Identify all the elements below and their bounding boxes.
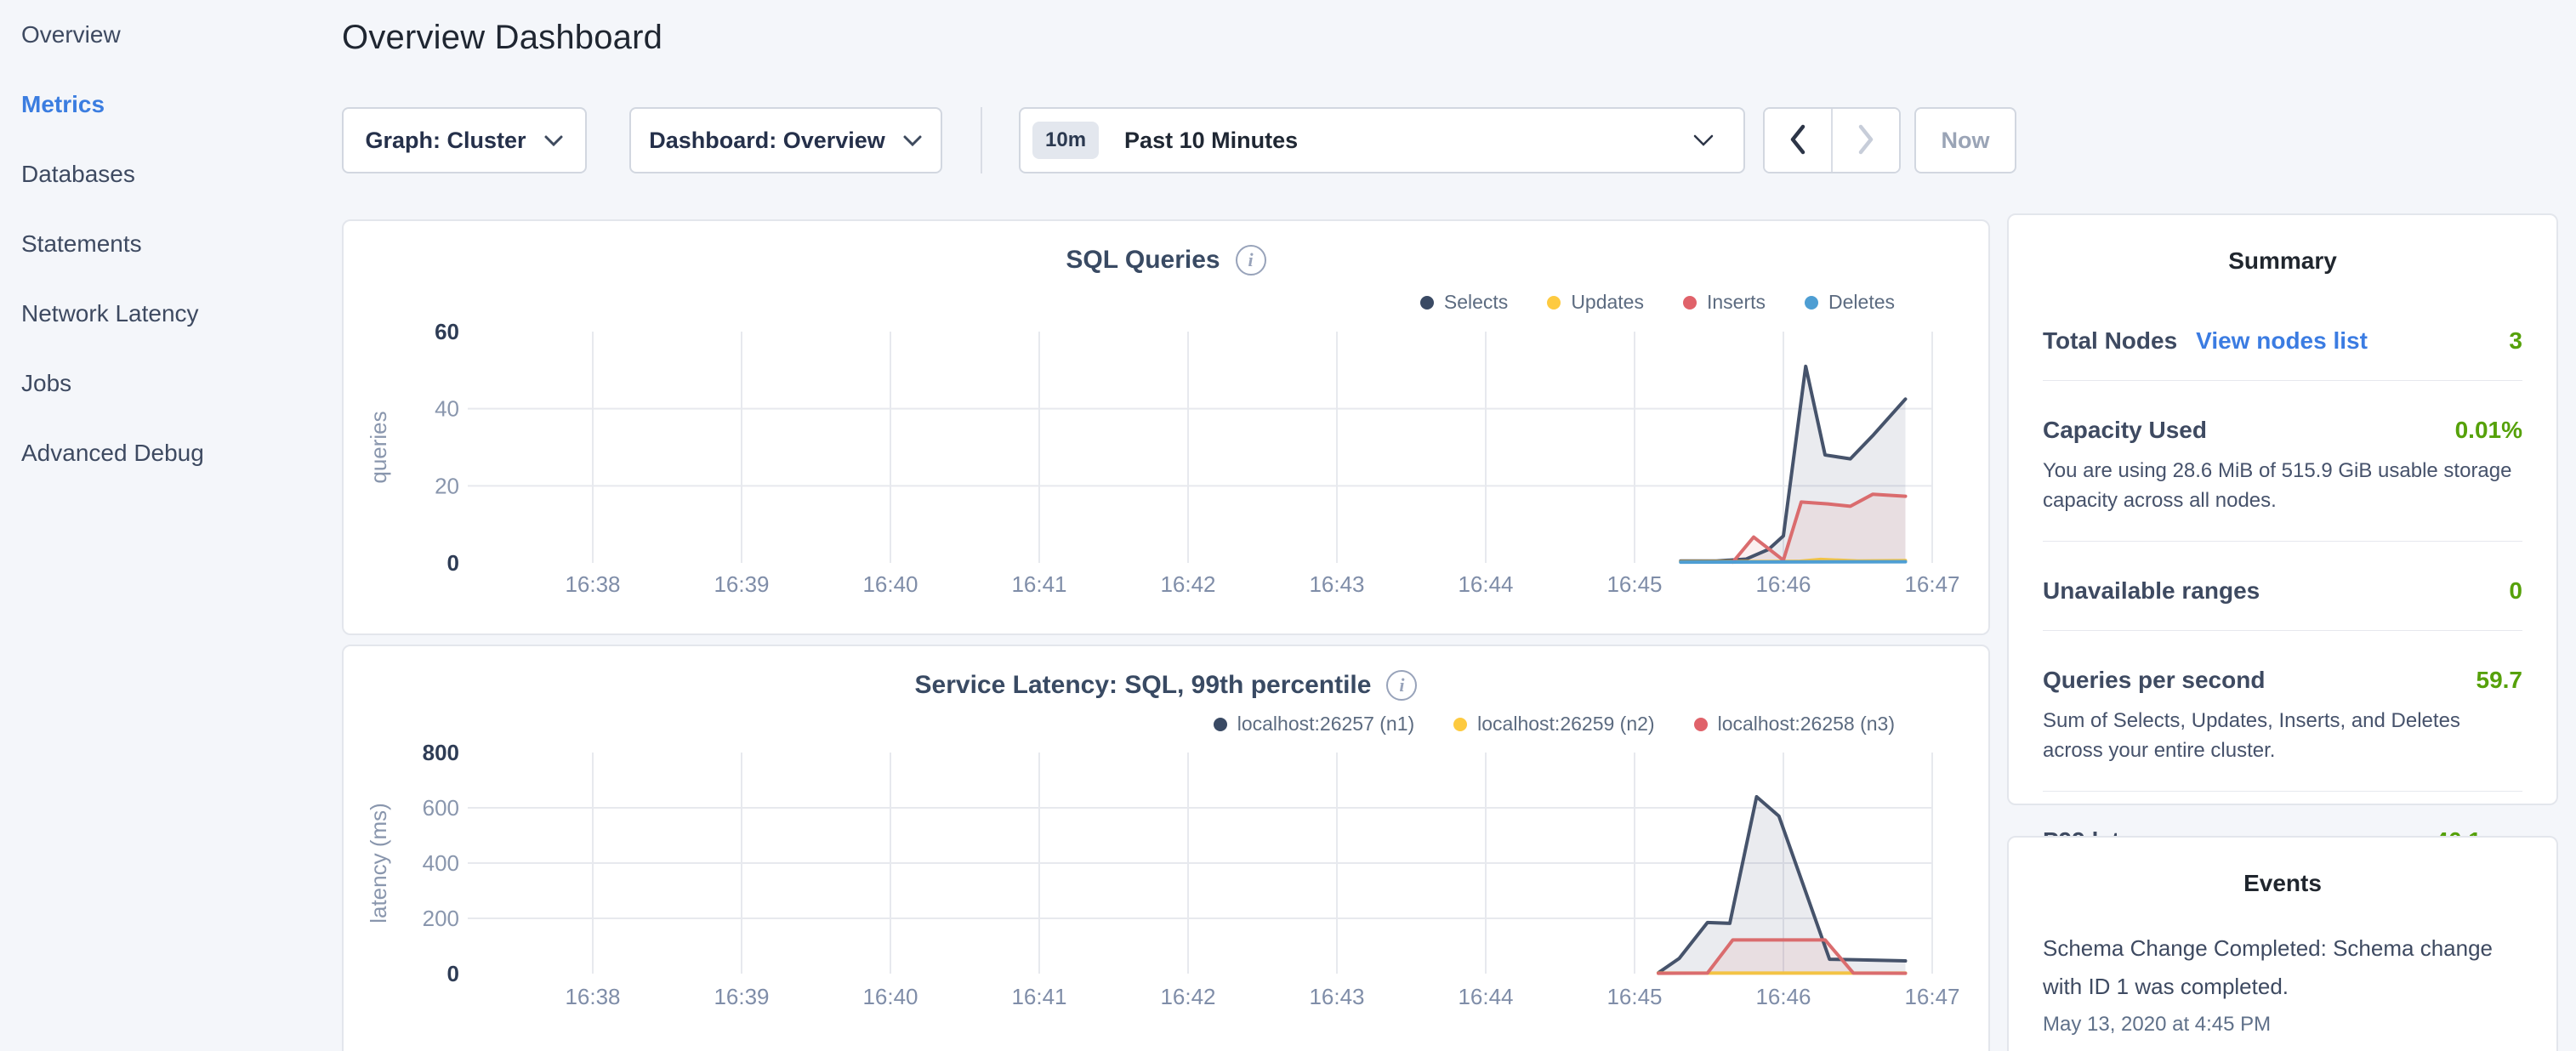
svg-text:16:40: 16:40 xyxy=(862,984,918,1009)
svg-text:40: 40 xyxy=(435,396,459,422)
divider xyxy=(2043,541,2522,542)
svg-text:16:44: 16:44 xyxy=(1458,984,1513,1009)
svg-text:16:45: 16:45 xyxy=(1606,571,1662,597)
event-item-text: Schema Change Completed: Schema change w… xyxy=(2043,929,2522,1006)
summary-panel: Summary Total Nodes View nodes list 3 Ca… xyxy=(2007,213,2558,805)
svg-text:16:43: 16:43 xyxy=(1309,984,1364,1009)
event-item-timestamp: May 13, 2020 at 4:45 PM xyxy=(2043,1013,2522,1037)
graph-dropdown-label: Graph: Cluster xyxy=(365,128,526,154)
divider xyxy=(2043,380,2522,381)
info-icon[interactable]: i xyxy=(1236,245,1266,276)
dashboard-dropdown-label: Dashboard: Overview xyxy=(649,128,885,154)
svg-text:queries: queries xyxy=(366,411,391,483)
svg-text:60: 60 xyxy=(435,319,459,344)
summary-row-value: 59.7 xyxy=(2476,667,2523,694)
svg-text:16:42: 16:42 xyxy=(1160,571,1215,597)
svg-text:16:39: 16:39 xyxy=(714,984,769,1009)
svg-text:16:44: 16:44 xyxy=(1458,571,1513,597)
chart-title: Service Latency: SQL, 99th percentile xyxy=(915,671,1372,700)
time-prev-button[interactable] xyxy=(1765,109,1833,172)
svg-text:400: 400 xyxy=(423,850,459,876)
svg-text:16:40: 16:40 xyxy=(862,571,918,597)
events-title: Events xyxy=(2043,870,2522,897)
divider xyxy=(2043,630,2522,631)
summary-row-queries-per-second: Queries per second 59.7 xyxy=(2043,667,2522,694)
svg-text:16:38: 16:38 xyxy=(565,984,620,1009)
events-panel: Events Schema Change Completed: Schema c… xyxy=(2007,836,2558,1051)
summary-row-label: Total Nodes xyxy=(2043,327,2177,355)
sidebar-item-databases[interactable]: Databases xyxy=(0,139,340,209)
svg-text:16:46: 16:46 xyxy=(1755,984,1811,1009)
chevron-down-icon xyxy=(902,134,923,147)
svg-text:0: 0 xyxy=(447,961,459,986)
summary-row-label: Queries per second xyxy=(2043,667,2265,694)
toolbar-divider xyxy=(981,107,982,173)
sidebar-item-metrics[interactable]: Metrics xyxy=(0,70,340,139)
chevron-left-icon xyxy=(1788,123,1808,158)
svg-text:20: 20 xyxy=(435,473,459,498)
summary-title: Summary xyxy=(2043,247,2522,275)
svg-text:200: 200 xyxy=(423,906,459,931)
view-nodes-list-link[interactable]: View nodes list xyxy=(2196,327,2368,355)
summary-row-value: 3 xyxy=(2509,327,2522,355)
time-range-label: Past 10 Minutes xyxy=(1124,128,1692,154)
chevron-right-icon xyxy=(1856,123,1876,158)
now-button[interactable]: Now xyxy=(1914,107,2016,173)
svg-text:16:43: 16:43 xyxy=(1309,571,1364,597)
chart-title: SQL Queries xyxy=(1066,246,1220,275)
svg-text:16:38: 16:38 xyxy=(565,571,620,597)
sidebar-item-overview[interactable]: Overview xyxy=(0,0,340,70)
sidebar-item-statements[interactable]: Statements xyxy=(0,209,340,279)
svg-text:16:47: 16:47 xyxy=(1904,571,1959,597)
sidebar-item-network-latency[interactable]: Network Latency xyxy=(0,279,340,349)
summary-row-description: You are using 28.6 MiB of 515.9 GiB usab… xyxy=(2043,456,2522,515)
svg-text:16:42: 16:42 xyxy=(1160,984,1215,1009)
summary-row-value: 0 xyxy=(2509,577,2522,605)
summary-row-total-nodes: Total Nodes View nodes list 3 xyxy=(2043,327,2522,355)
divider xyxy=(2043,791,2522,792)
summary-row-label: Capacity Used xyxy=(2043,417,2207,444)
time-pager xyxy=(1763,107,1901,173)
summary-row-unavailable-ranges: Unavailable ranges 0 xyxy=(2043,577,2522,605)
summary-row-capacity-used: Capacity Used 0.01% xyxy=(2043,417,2522,444)
chevron-down-icon xyxy=(543,134,564,147)
sidebar-item-jobs[interactable]: Jobs xyxy=(0,349,340,418)
svg-text:latency (ms): latency (ms) xyxy=(366,803,391,923)
sidebar-item-advanced-debug[interactable]: Advanced Debug xyxy=(0,418,340,488)
svg-text:16:39: 16:39 xyxy=(714,571,769,597)
time-range-dropdown[interactable]: 10m Past 10 Minutes xyxy=(1019,107,1745,173)
graph-dropdown[interactable]: Graph: Cluster xyxy=(342,107,587,173)
page-title: Overview Dashboard xyxy=(342,19,662,57)
svg-text:16:47: 16:47 xyxy=(1904,984,1959,1009)
info-icon[interactable]: i xyxy=(1386,670,1417,701)
summary-row-value: 0.01% xyxy=(2455,417,2522,444)
service-latency-plot[interactable]: 16:38 16:39 16:40 16:41 16:42 16:43 16:44 16:45… xyxy=(344,727,1992,1025)
svg-text:600: 600 xyxy=(423,795,459,821)
svg-text:16:41: 16:41 xyxy=(1011,984,1066,1009)
svg-text:0: 0 xyxy=(447,550,459,576)
time-range-badge: 10m xyxy=(1032,122,1099,159)
chevron-down-icon xyxy=(1692,134,1714,147)
svg-text:16:41: 16:41 xyxy=(1011,571,1066,597)
service-latency-chart-card: Service Latency: SQL, 99th percentile i … xyxy=(342,645,1990,1051)
svg-text:16:46: 16:46 xyxy=(1755,571,1811,597)
svg-text:16:45: 16:45 xyxy=(1606,984,1662,1009)
time-next-button[interactable] xyxy=(1833,109,1899,172)
dashboard-dropdown[interactable]: Dashboard: Overview xyxy=(629,107,942,173)
summary-row-description: Sum of Selects, Updates, Inserts, and De… xyxy=(2043,706,2522,765)
summary-row-label: Unavailable ranges xyxy=(2043,577,2260,605)
sql-queries-chart-card: SQL Queries i Selects Updates Inserts De… xyxy=(342,219,1990,635)
svg-text:800: 800 xyxy=(423,740,459,765)
sidebar: Overview Metrics Databases Statements Ne… xyxy=(0,0,340,488)
sql-queries-plot[interactable]: 16:38 16:39 16:40 16:41 16:42 16:43 16:44 16:45… xyxy=(344,306,1992,604)
